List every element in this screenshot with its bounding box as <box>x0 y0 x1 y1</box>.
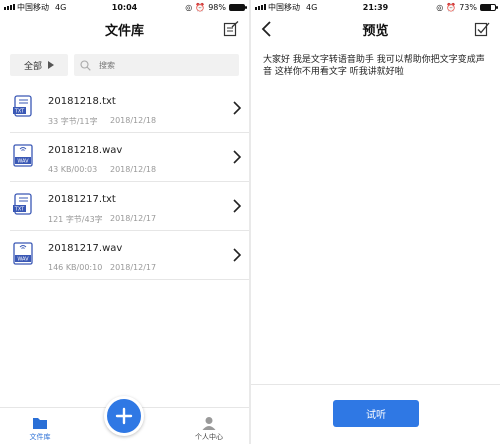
file-list: TXT 20181218.txt 33 字节/11字 2018/12/18 WA… <box>0 84 249 280</box>
file-date: 2018/12/17 <box>110 214 157 223</box>
wav-file-icon: WAV <box>13 242 33 265</box>
battery-percent: 98% <box>208 2 226 12</box>
battery-icon <box>229 3 247 11</box>
file-date: 2018/12/18 <box>110 116 157 125</box>
battery-percent: 73% <box>459 2 477 12</box>
alarm-icon: ⏰ <box>446 2 457 12</box>
page-title: 文件库 <box>104 23 144 39</box>
chevron-right-icon <box>233 199 241 213</box>
file-type-label: TXT <box>14 207 25 213</box>
orientation-lock-icon: ◎ <box>185 2 193 12</box>
network-label: 4G <box>55 2 67 12</box>
tab-profile[interactable]: 个人中心 <box>184 416 234 442</box>
txt-file-icon: TXT <box>13 193 32 215</box>
file-size: 146 KB/00:10 <box>48 263 103 272</box>
tab-bar: 文件库 个人中心 <box>0 396 249 444</box>
plus-icon <box>115 407 133 425</box>
signal-icon <box>255 4 266 10</box>
file-size: 33 字节/11字 <box>48 117 98 126</box>
edit-note-icon[interactable] <box>223 21 239 37</box>
network-label: 4G <box>306 2 318 12</box>
bottom-bar: 试听 <box>251 384 500 444</box>
file-type-label: TXT <box>14 109 25 115</box>
carrier-label: 中国移动 <box>17 2 49 12</box>
txt-file-icon: TXT <box>13 95 32 117</box>
status-bar: 中国移动 4G 21:39 ◎ ⏰ 73% <box>251 0 500 14</box>
app-comparison: 中国移动 4G 10:04 ◎ ⏰ 98% 文件库 全部 搜索 TXT 2018… <box>0 0 500 444</box>
file-library-screen: 中国移动 4G 10:04 ◎ ⏰ 98% 文件库 全部 搜索 TXT 2018… <box>0 0 249 444</box>
chevron-right-icon <box>233 150 241 164</box>
preview-text: 大家好 我是文字转语音助手 我可以帮助你把文字变成声音 这样你不用看文字 听我讲… <box>263 55 485 77</box>
file-row[interactable]: TXT 20181217.txt 121 字节/43字 2018/12/17 <box>10 182 249 231</box>
file-date: 2018/12/18 <box>110 165 157 174</box>
file-name: 20181218.wav <box>48 145 123 156</box>
search-input[interactable] <box>97 59 211 71</box>
file-row[interactable]: WAV 20181217.wav 146 KB/00:10 2018/12/17 <box>10 231 249 280</box>
all-filter-label: 全部 <box>23 61 42 72</box>
checkbox-check-icon[interactable] <box>474 21 490 37</box>
person-icon <box>202 417 216 430</box>
file-size: 43 KB/00:03 <box>48 165 98 174</box>
signal-icon <box>4 4 15 10</box>
file-name: 20181217.wav <box>48 243 123 254</box>
nav-bar: 文件库 <box>0 14 249 44</box>
nav-bar: 预览 <box>251 14 500 44</box>
wav-file-icon: WAV <box>13 144 33 167</box>
file-date: 2018/12/17 <box>110 263 157 272</box>
back-chevron-icon[interactable] <box>259 20 275 38</box>
all-filter-button[interactable]: 全部 <box>10 54 68 76</box>
file-row[interactable]: TXT 20181218.txt 33 字节/11字 2018/12/18 <box>10 84 249 133</box>
file-type-label: WAV <box>17 257 29 263</box>
battery-icon <box>480 3 498 11</box>
file-size: 121 字节/43字 <box>48 215 103 224</box>
search-icon <box>80 59 91 71</box>
carrier-label: 中国移动 <box>268 2 300 12</box>
tab-file-library[interactable]: 文件库 <box>15 416 65 442</box>
tab-label: 个人中心 <box>195 433 223 441</box>
file-type-label: WAV <box>17 159 29 165</box>
filter-row: 全部 <box>10 54 239 76</box>
status-bar: 中国移动 4G 10:04 ◎ ⏰ 98% <box>0 0 249 14</box>
preview-screen: 中国移动 4G 21:39 ◎ ⏰ 73% 预览 大家好 我是文字转语音助手 我… <box>251 0 500 444</box>
file-row[interactable]: WAV 20181218.wav 43 KB/00:03 2018/12/18 <box>10 133 249 182</box>
search-box[interactable] <box>74 54 239 76</box>
tab-label: 文件库 <box>29 433 51 441</box>
triangle-right-icon <box>48 61 54 69</box>
try-listen-button[interactable]: 试听 <box>333 400 419 427</box>
chevron-right-icon <box>233 101 241 115</box>
orientation-lock-icon: ◎ <box>436 2 444 12</box>
page-title: 预览 <box>362 23 389 39</box>
add-button[interactable] <box>104 396 144 436</box>
file-name: 20181218.txt <box>48 96 116 107</box>
alarm-icon: ⏰ <box>195 2 206 12</box>
folder-icon <box>33 418 47 429</box>
file-name: 20181217.txt <box>48 194 116 205</box>
chevron-right-icon <box>233 248 241 262</box>
